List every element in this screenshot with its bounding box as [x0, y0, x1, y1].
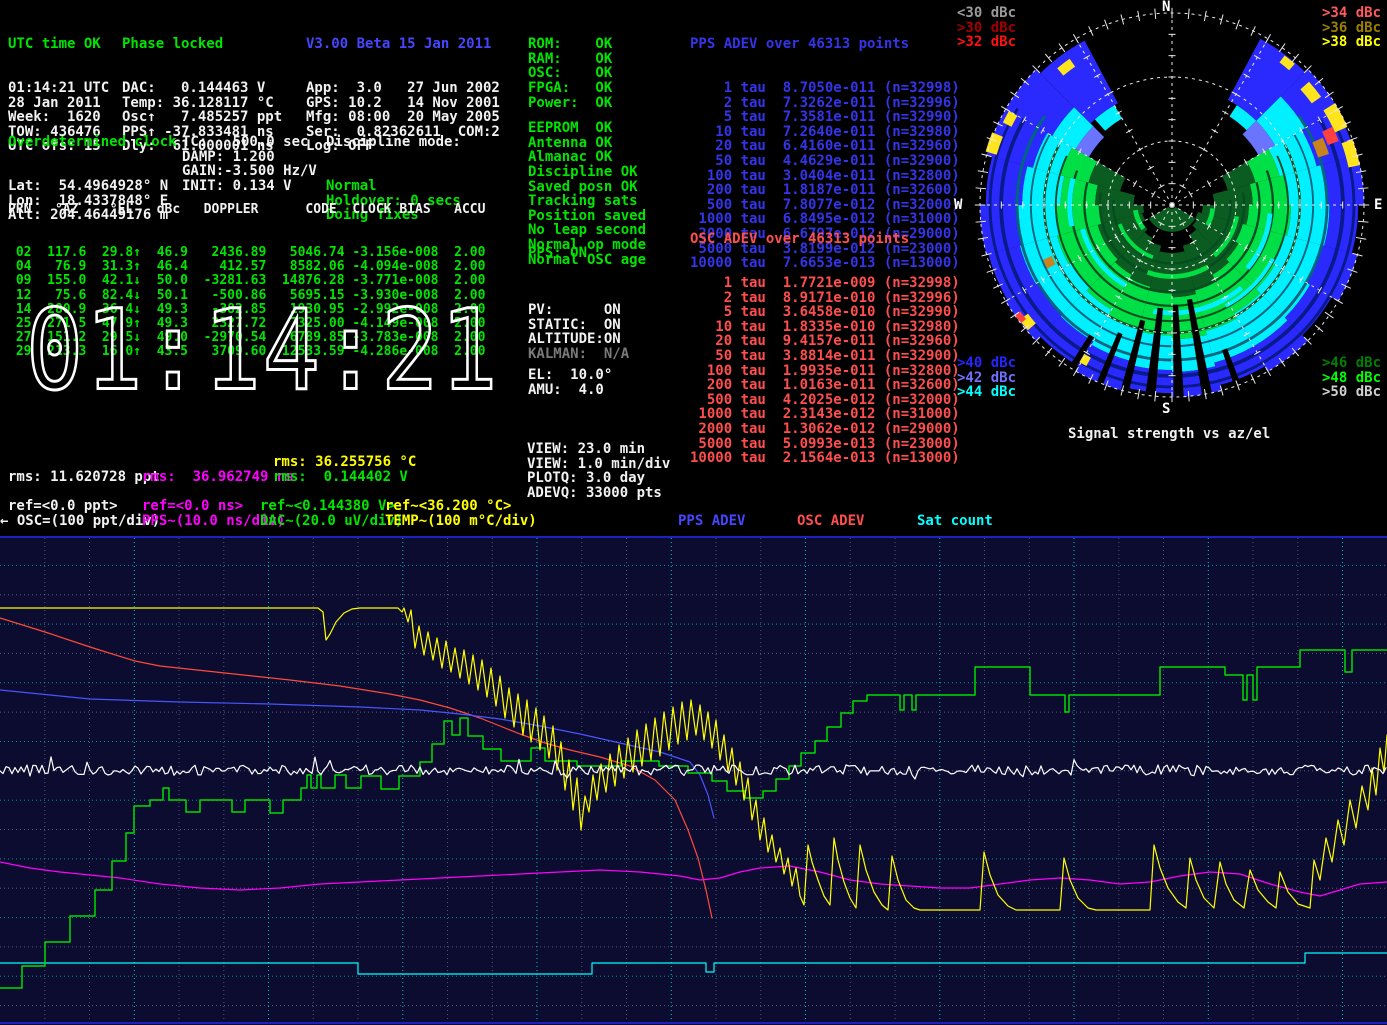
- mask-lines: EL: 10.0°AMU: 4.0: [528, 368, 612, 397]
- view-lines: VIEW: 23.0 minVIEW: 1.0 min/divPLOTQ: 3.…: [527, 442, 670, 500]
- compass-n: N: [1162, 0, 1170, 14]
- list-item: 200 tau 1.0163e-011 (n=32600): [690, 378, 960, 393]
- utc-status-title: UTC time OK: [8, 37, 109, 52]
- ref-pps: ref=<0.0 ns>: [142, 499, 243, 514]
- ref-dac: ref~<0.144380 V>: [260, 499, 395, 514]
- osc-adev-table: OSC ADEV over 46313 points 1 tau 1.7721e…: [690, 203, 960, 495]
- scale-dac: DAC~(20.0 uV/div): [260, 514, 403, 529]
- compass-e: E: [1374, 198, 1382, 212]
- list-item: 100 tau 1.9935e-011 (n=32800): [690, 364, 960, 379]
- list-item: 2000 tau 1.3062e-012 (n=29000): [690, 422, 960, 437]
- scale-temp: TEMP~(100 m°C/div): [385, 514, 537, 529]
- position-title: Overdetermined clock: [8, 135, 177, 150]
- list-item: PV: ON: [528, 303, 629, 318]
- list-item: 50 tau 3.8814e-011 (n=32900): [690, 349, 960, 364]
- list-item: Almanac OK: [528, 150, 646, 165]
- list-item: No leap second: [528, 223, 646, 238]
- list-item: 1 tau 8.7050e-011 (n=32998): [690, 81, 960, 96]
- list-item: STATIC: ON: [528, 318, 629, 333]
- list-item: OSC: OK: [528, 66, 612, 81]
- list-item: 10000 tau 2.1564e-013 (n=13000): [690, 451, 960, 466]
- list-item: VIEW: 1.0 min/div: [527, 457, 670, 472]
- sat-table-header: PRN °AZ °EL dBc DOPPLER CODE CLOCK BIAS …: [8, 203, 485, 217]
- list-item: Position saved: [528, 209, 646, 224]
- compass-w: W: [954, 198, 962, 212]
- rms-osc: rms: 11.620728 ppt: [8, 470, 160, 485]
- legend-osc-adev: OSC ADEV: [797, 514, 864, 529]
- list-item: 1 tau 1.7721e-009 (n=32998): [690, 276, 960, 291]
- list-item: PLOTQ: 3.0 day: [527, 471, 670, 486]
- list-item: 2 tau 7.3262e-011 (n=32996): [690, 96, 960, 111]
- scale-osc: ← OSC=(100 ppt/div): [0, 514, 160, 529]
- version-title: V3.00 Beta 15 Jan 2011: [306, 37, 500, 52]
- list-item: 10 tau 1.8335e-010 (n=32980): [690, 320, 960, 335]
- list-item: TC: 500.0 sec: [182, 135, 317, 150]
- ref-temp: ref~<36.200 °C>: [385, 499, 511, 514]
- osc-adev-title: OSC ADEV over 46313 points: [690, 232, 960, 247]
- list-item: App: 3.0 27 Jun 2002: [306, 81, 500, 96]
- list-item: 02 117.6 29.8↑ 46.9 2436.89 5046.74 -3.1…: [8, 246, 485, 260]
- list-item: VIEW: 23.0 min: [527, 442, 670, 457]
- list-item: RAM: OK: [528, 52, 612, 67]
- list-item: Discipline OK: [528, 165, 646, 180]
- rms-dac: rms: 0.144402 V: [273, 470, 408, 485]
- polar-plot-title: Signal strength vs az/el: [1068, 427, 1270, 442]
- list-item: Tracking sats: [528, 194, 646, 209]
- lady-heather-app: UTC time OK 01:14:21 UTC28 Jan 2011Week:…: [0, 0, 1387, 1025]
- view-block: VIEW: 23.0 minVIEW: 1.0 min/divPLOTQ: 3.…: [527, 413, 670, 530]
- health-block: EEPROM OKAntenna OKAlmanac OKDiscipline …: [528, 92, 646, 296]
- list-item: 50 tau 4.4629e-011 (n=32900): [690, 154, 960, 169]
- list-item: 5 tau 3.6458e-010 (n=32990): [690, 305, 960, 320]
- list-item: DAMP: 1.200: [182, 150, 317, 165]
- list-item: 5000 tau 5.0993e-013 (n=23000): [690, 437, 960, 452]
- signal-strength-polar-map: N E S W: [950, 0, 1387, 445]
- list-item: ROM: OK: [528, 37, 612, 52]
- pps-adev-title: PPS ADEV over 46313 points: [690, 37, 960, 52]
- list-item: EL: 10.0°: [528, 368, 612, 383]
- history-strip-chart: [0, 536, 1387, 1025]
- legend-pps-adev: PPS ADEV: [678, 514, 745, 529]
- list-item: 20 tau 6.4160e-011 (n=32960): [690, 139, 960, 154]
- list-item: 09 155.0 42.1↓ 50.0 -3281.63 14876.28 -3…: [8, 274, 485, 288]
- list-item: 5 tau 7.3581e-011 (n=32990): [690, 110, 960, 125]
- list-item: EEPROM OK: [528, 121, 646, 136]
- list-item: 10 tau 7.2640e-011 (n=32980): [690, 125, 960, 140]
- list-item: ADEVQ: 33000 pts: [527, 486, 670, 501]
- legend-sat-count: Sat count: [917, 514, 993, 529]
- list-item: Antenna OK: [528, 136, 646, 151]
- list-item: 01:14:21 UTC: [8, 81, 109, 96]
- list-item: 100 tau 3.0404e-011 (n=32800): [690, 169, 960, 184]
- list-item: 2 tau 8.9171e-010 (n=32996): [690, 291, 960, 306]
- list-item: 20 tau 9.4157e-011 (n=32960): [690, 334, 960, 349]
- list-item: AMU: 4.0: [528, 383, 612, 398]
- list-item: 04 76.9 31.3↑ 46.4 412.57 8582.06 -4.094…: [8, 260, 485, 274]
- compass-s: S: [1162, 402, 1170, 416]
- osc-adev-rows: 1 tau 1.7721e-009 (n=32998) 2 tau 8.9171…: [690, 276, 960, 466]
- discipline-title: Discipline mode:: [326, 135, 461, 150]
- polar-plot-canvas: [950, 0, 1387, 445]
- list-item: Saved posn OK: [528, 180, 646, 195]
- list-item: DAC: 0.144463 V: [122, 81, 282, 96]
- phase-title: Phase locked: [122, 37, 282, 52]
- list-item: 200 tau 1.8187e-011 (n=32600): [690, 183, 960, 198]
- big-digital-clock: 01:14:21: [26, 297, 500, 407]
- rms-temp: rms: 36.255756 °C: [273, 455, 416, 470]
- ref-osc: ref=<0.0 ppt>: [8, 499, 118, 514]
- rms-pps: rms: 36.962749 ns: [142, 470, 294, 485]
- strip-chart-canvas: [0, 536, 1387, 1025]
- pps-state: PPS: ON: [528, 246, 587, 261]
- list-item: 1000 tau 2.3143e-012 (n=31000): [690, 407, 960, 422]
- list-item: 500 tau 4.2025e-012 (n=32000): [690, 393, 960, 408]
